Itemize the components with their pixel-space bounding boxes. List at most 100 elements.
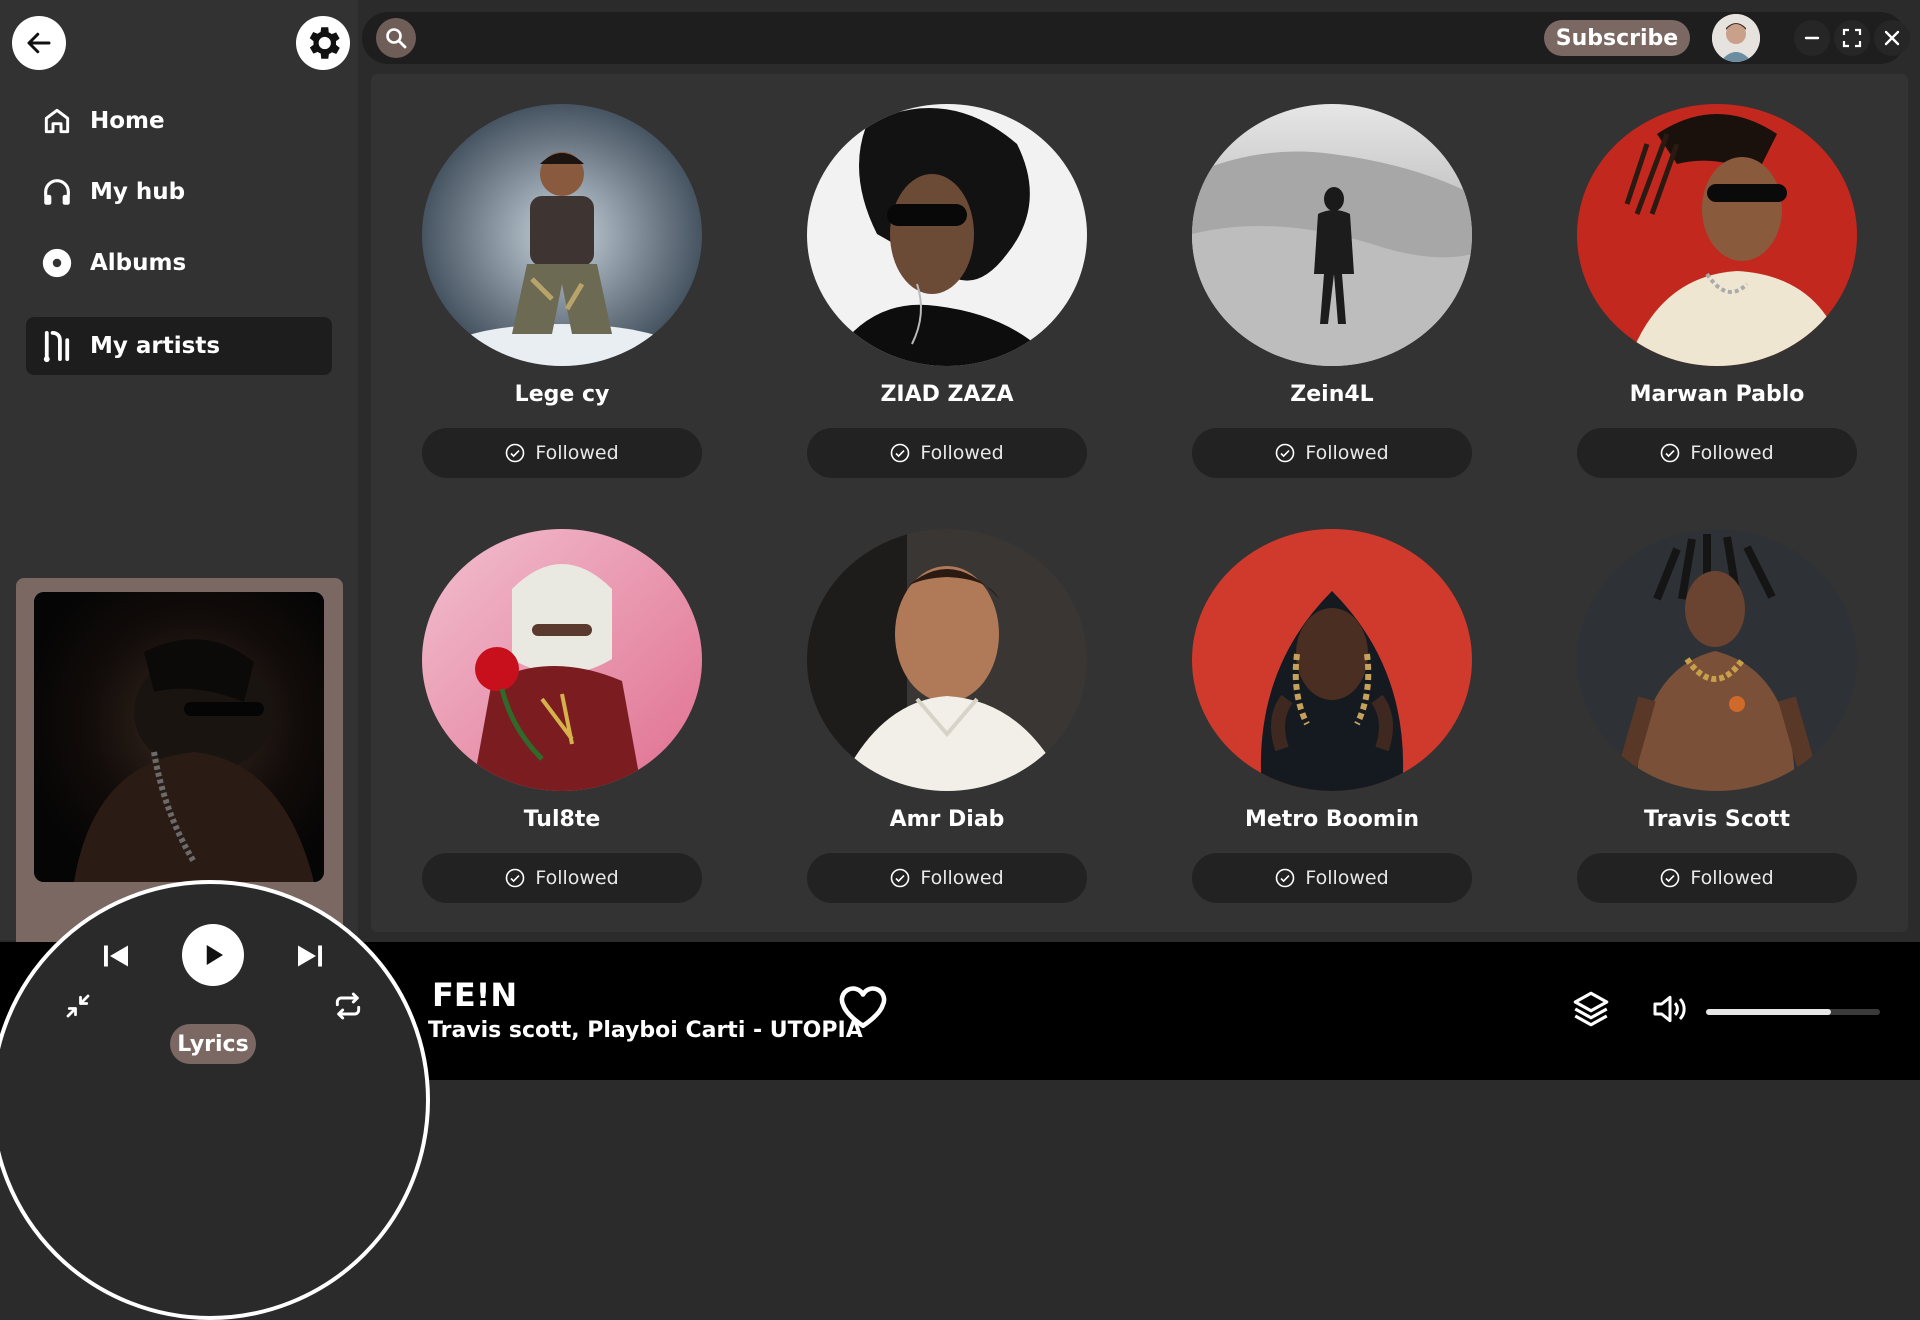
artist-avatar[interactable] <box>807 104 1087 366</box>
subscribe-button[interactable]: Subscribe <box>1544 20 1690 56</box>
check-circle-icon <box>1276 443 1295 463</box>
headphones-icon <box>38 173 76 211</box>
top-bar: Subscribe <box>362 12 1910 64</box>
artist-name: Travis Scott <box>1644 807 1790 832</box>
volume-slider[interactable] <box>1706 1009 1880 1015</box>
sidebar-item-label: Albums <box>90 250 187 276</box>
followed-button[interactable]: Followed <box>1577 428 1857 478</box>
artist-avatar[interactable] <box>1192 529 1472 791</box>
artist-icon <box>38 327 76 365</box>
avatar[interactable] <box>1712 14 1760 62</box>
artist-name: Amr Diab <box>889 807 1005 832</box>
sidebar-item-my-artists[interactable]: My artists <box>26 317 332 375</box>
volume-fill <box>1706 1009 1832 1015</box>
sidebar-item-label: Home <box>90 108 165 134</box>
close-button[interactable] <box>1874 20 1910 56</box>
artist-card[interactable]: Zein4L Followed <box>1192 104 1472 478</box>
volume-icon <box>1653 995 1686 1023</box>
followed-label: Followed <box>1305 867 1389 889</box>
heart-icon <box>839 986 887 1029</box>
followed-label: Followed <box>1690 442 1774 464</box>
followed-label: Followed <box>920 867 1004 889</box>
queue-button[interactable] <box>1570 988 1612 1034</box>
sidebar-item-albums[interactable]: Albums <box>26 234 332 292</box>
arrow-left-icon <box>27 32 51 54</box>
skip-forward-icon <box>298 945 322 967</box>
play-button[interactable] <box>182 924 244 986</box>
settings-button[interactable] <box>296 16 350 70</box>
followed-button[interactable]: Followed <box>422 428 702 478</box>
track-subtitle: Travis scott, Playboi Carti - UTOPIA <box>428 1018 863 1043</box>
lyrics-label: Lyrics <box>177 1031 249 1057</box>
artist-card[interactable]: Marwan Pablo Followed <box>1577 104 1857 478</box>
artists-grid: Lege cy Followed ZIAD ZAZA Followed Zein… <box>371 74 1908 932</box>
minimize-icon <box>1804 36 1820 40</box>
artist-avatar[interactable] <box>1192 104 1472 366</box>
artist-avatar[interactable] <box>422 104 702 366</box>
skip-back-icon <box>104 945 128 967</box>
artist-card[interactable]: Lege cy Followed <box>422 104 702 478</box>
sidebar-item-label: My hub <box>90 179 186 205</box>
maximize-button[interactable] <box>1834 20 1870 56</box>
followed-button[interactable]: Followed <box>1192 428 1472 478</box>
repeat-icon <box>335 992 361 1020</box>
repeat-button[interactable] <box>328 986 368 1026</box>
next-button[interactable] <box>290 936 330 976</box>
check-circle-icon <box>506 868 525 888</box>
sidebar-item-my-hub[interactable]: My hub <box>26 163 332 221</box>
followed-button[interactable]: Followed <box>807 428 1087 478</box>
like-button[interactable] <box>838 984 888 1034</box>
artist-name: Marwan Pablo <box>1629 382 1805 407</box>
check-circle-icon <box>1276 868 1295 888</box>
volume-button[interactable] <box>1650 990 1690 1032</box>
minimize-button[interactable] <box>1794 20 1830 56</box>
followed-button[interactable]: Followed <box>422 853 702 903</box>
artist-name: Lege cy <box>514 382 610 407</box>
track-title: FE!N <box>432 976 518 1014</box>
artist-avatar[interactable] <box>807 529 1087 791</box>
close-icon <box>1884 30 1900 46</box>
layers-icon <box>1573 991 1609 1027</box>
maximize-icon <box>1842 28 1862 48</box>
artist-avatar[interactable] <box>1577 104 1857 366</box>
previous-button[interactable] <box>96 936 136 976</box>
subscribe-label: Subscribe <box>1555 25 1679 51</box>
album-art[interactable] <box>34 592 324 882</box>
sidebar-item-home[interactable]: Home <box>26 92 332 150</box>
artist-name: ZIAD ZAZA <box>880 382 1014 407</box>
followed-label: Followed <box>535 867 619 889</box>
followed-label: Followed <box>535 442 619 464</box>
followed-label: Followed <box>1690 867 1774 889</box>
home-icon <box>38 102 76 140</box>
disc-icon <box>38 244 76 282</box>
play-icon <box>206 945 223 965</box>
shrink-button[interactable] <box>60 988 96 1024</box>
artist-card[interactable]: Travis Scott Followed <box>1577 529 1857 903</box>
followed-button[interactable]: Followed <box>1192 853 1472 903</box>
minimize-arrows-icon <box>66 994 90 1018</box>
artist-card[interactable]: Amr Diab Followed <box>807 529 1087 903</box>
check-circle-icon <box>1661 443 1680 463</box>
gear-icon <box>309 27 340 59</box>
back-button[interactable] <box>12 16 66 70</box>
artist-card[interactable]: ZIAD ZAZA Followed <box>807 104 1087 478</box>
check-circle-icon <box>891 443 910 463</box>
artist-avatar[interactable] <box>1577 529 1857 791</box>
followed-button[interactable]: Followed <box>1577 853 1857 903</box>
check-circle-icon <box>891 868 910 888</box>
artist-name: Metro Boomin <box>1244 807 1420 832</box>
followed-button[interactable]: Followed <box>807 853 1087 903</box>
search-button[interactable] <box>376 18 416 58</box>
artist-name: Tul8te <box>523 807 601 832</box>
search-icon <box>386 28 407 49</box>
artist-name: Zein4L <box>1290 382 1374 407</box>
followed-label: Followed <box>920 442 1004 464</box>
artist-card[interactable]: Tul8te Followed <box>422 529 702 903</box>
check-circle-icon <box>1661 868 1680 888</box>
sidebar-item-label: My artists <box>90 333 221 359</box>
lyrics-button[interactable]: Lyrics <box>170 1024 256 1064</box>
check-circle-icon <box>506 443 525 463</box>
artist-avatar[interactable] <box>422 529 702 791</box>
followed-label: Followed <box>1305 442 1389 464</box>
artist-card[interactable]: Metro Boomin Followed <box>1192 529 1472 903</box>
